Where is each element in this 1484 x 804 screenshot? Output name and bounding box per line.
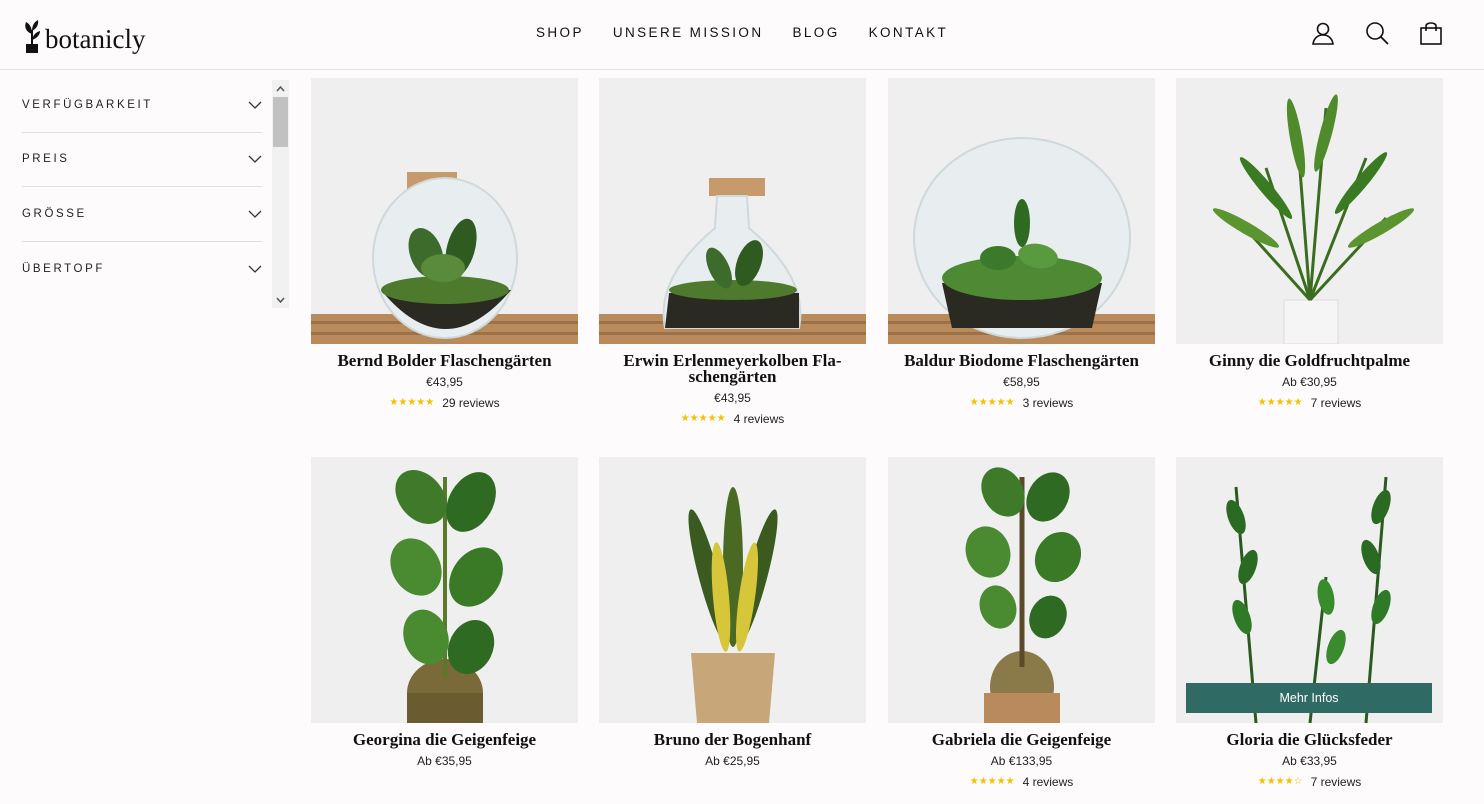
filter-price[interactable]: PREIS xyxy=(22,133,262,187)
product-image[interactable] xyxy=(599,457,866,723)
scroll-up-arrow-icon[interactable] xyxy=(272,80,289,97)
logo[interactable]: botanicly xyxy=(22,14,145,54)
site-header: botanicly SHOP UNSERE MISSION BLOG KONTA… xyxy=(0,0,1484,70)
main-nav: SHOP UNSERE MISSION BLOG KONTAKT xyxy=(536,24,977,42)
review-count: 4 reviews xyxy=(733,412,785,426)
review-count: 29 reviews xyxy=(442,396,500,410)
review-count: 7 reviews xyxy=(1310,396,1362,410)
product-image[interactable] xyxy=(311,78,578,344)
chevron-down-icon xyxy=(248,155,262,164)
filter-label: VERFÜGBARKEIT xyxy=(22,98,153,111)
chevron-down-icon xyxy=(248,210,262,218)
product-price: Ab €25,95 xyxy=(705,754,760,768)
product-title[interactable]: Baldur Biodome Flaschengärten xyxy=(888,352,1155,369)
product-image[interactable] xyxy=(1176,78,1443,344)
product-price: Ab €30,95 xyxy=(1282,375,1337,389)
product-card[interactable]: Mehr Infos Gloria die Glücksfeder Ab €33,9… xyxy=(1176,457,1443,789)
review-count: 3 reviews xyxy=(1022,396,1074,410)
nav-contact[interactable]: KONTAKT xyxy=(869,24,949,42)
product-price: €43,95 xyxy=(426,375,463,389)
product-image[interactable] xyxy=(888,457,1155,723)
more-info-button[interactable]: Mehr Infos xyxy=(1186,683,1432,713)
product-title[interactable]: Ginny die Goldfruchtpalme xyxy=(1176,352,1443,369)
product-rating[interactable]: ★★★★★ 4 reviews xyxy=(599,412,866,426)
nav-blog[interactable]: BLOG xyxy=(792,24,839,42)
product-price: Ab €33,95 xyxy=(1282,754,1337,768)
product-title[interactable]: Gabriela die Geigenfeige xyxy=(888,731,1155,748)
filter-sidebar: VERFÜGBARKEIT PREIS GRÖSSE ÜBERTOPF xyxy=(22,78,262,296)
nav-mission[interactable]: UNSERE MISSION xyxy=(613,24,764,42)
product-title[interactable]: Georgina die Geigenfeige xyxy=(311,731,578,748)
product-rating[interactable]: ★★★★★ 4 reviews xyxy=(888,775,1155,789)
scrollbar-thumb[interactable] xyxy=(273,97,288,147)
filter-size[interactable]: GRÖSSE xyxy=(22,187,262,242)
star-rating-icon: ★★★★★ xyxy=(389,397,435,408)
review-count: 7 reviews xyxy=(1310,775,1362,789)
product-card[interactable]: Gabriela die Geigenfeige Ab €133,95 ★★★★★ 4… xyxy=(888,457,1155,789)
product-card[interactable]: Georgina die Geigenfeige Ab €35,95 xyxy=(311,457,578,768)
product-image[interactable]: Mehr Infos xyxy=(1176,457,1443,723)
nav-shop[interactable]: SHOP xyxy=(536,24,584,42)
product-title[interactable]: Gloria die Glücksfeder xyxy=(1176,731,1443,748)
chevron-down-icon xyxy=(248,265,262,273)
product-rating[interactable]: ★★★★★ 3 reviews xyxy=(888,396,1155,410)
product-rating[interactable]: ★★★★★ 29 reviews xyxy=(311,396,578,410)
star-rating-icon: ★★★★★ xyxy=(969,397,1015,408)
star-rating-icon: ★★★★★ xyxy=(969,776,1015,787)
user-icon[interactable] xyxy=(1310,20,1336,46)
filter-availability[interactable]: VERFÜGBARKEIT xyxy=(22,78,262,133)
product-rating[interactable]: ★★★★☆ 7 reviews xyxy=(1176,775,1443,789)
star-rating-icon: ★★★★★ xyxy=(680,413,726,424)
product-image[interactable] xyxy=(311,457,578,723)
search-icon[interactable] xyxy=(1364,20,1390,46)
brand-name: botanicly xyxy=(45,24,146,54)
product-title[interactable]: Bruno der Bogenhanf xyxy=(599,731,866,748)
chevron-down-icon xyxy=(248,101,262,109)
product-price: Ab €35,95 xyxy=(417,754,472,768)
sidebar-scrollbar[interactable] xyxy=(272,80,289,308)
product-title[interactable]: Bernd Bolder Flaschengärten xyxy=(311,352,578,369)
filter-label: ÜBERTOPF xyxy=(22,262,105,275)
product-rating[interactable]: ★★★★★ 7 reviews xyxy=(1176,396,1443,410)
product-card[interactable]: Bernd Bolder Flaschengärten €43,95 ★★★★★ 29… xyxy=(311,78,578,410)
product-price: Ab €133,95 xyxy=(990,754,1053,768)
review-count: 4 reviews xyxy=(1022,775,1074,789)
product-card[interactable]: Ginny die Goldfruchtpalme Ab €30,95 ★★★★★ 7… xyxy=(1176,78,1443,410)
filter-pot[interactable]: ÜBERTOPF xyxy=(22,242,262,297)
product-price: €58,95 xyxy=(1003,375,1040,389)
header-actions xyxy=(1310,20,1444,46)
product-card[interactable]: Baldur Biodome Flaschengärten €58,95 ★★★★★… xyxy=(888,78,1155,410)
product-price: €43,95 xyxy=(714,391,751,405)
scroll-down-arrow-icon[interactable] xyxy=(272,291,289,308)
star-rating-icon: ★★★★★ xyxy=(1257,397,1303,408)
filter-label: PREIS xyxy=(22,153,70,166)
product-image[interactable] xyxy=(599,78,866,344)
star-rating-icon: ★★★★☆ xyxy=(1257,776,1303,787)
product-card[interactable]: Erwin Erlenmeyerkolben Fla-schengärten €4… xyxy=(599,78,866,426)
product-card[interactable]: Bruno der Bogenhanf Ab €25,95 xyxy=(599,457,866,768)
cart-icon[interactable] xyxy=(1418,20,1444,46)
product-image[interactable] xyxy=(888,78,1155,344)
product-title[interactable]: Erwin Erlenmeyerkolben Fla-schengärten xyxy=(599,352,866,385)
plant-logo-icon xyxy=(25,20,40,53)
filter-label: GRÖSSE xyxy=(22,207,87,220)
